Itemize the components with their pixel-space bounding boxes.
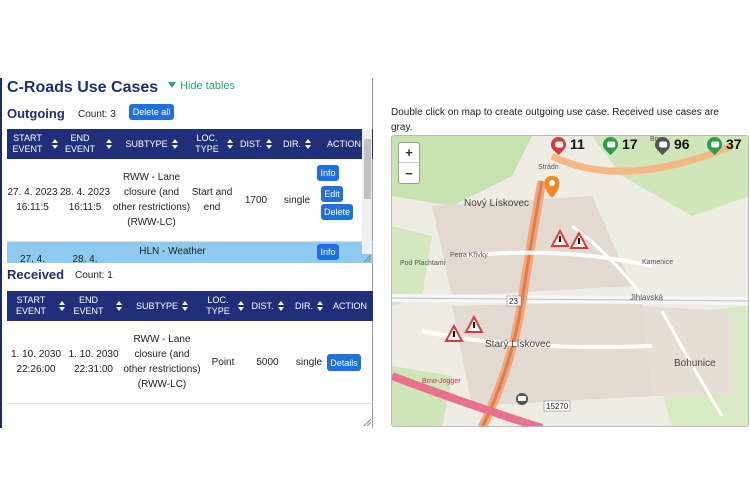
- cell-end-event: 1. 10. 2030 22:31:00: [68, 349, 119, 375]
- col-loc-type[interactable]: LOC. TYPE: [191, 129, 233, 159]
- info-button[interactable]: Info: [317, 244, 339, 260]
- cell-dist: 1700: [244, 194, 268, 206]
- outgoing-count: Count: 3: [78, 109, 116, 120]
- col-end-event[interactable]: END EVENT: [58, 129, 112, 159]
- cell-loc-type: Start and end: [191, 187, 233, 213]
- road-label-15270: 15270: [546, 402, 569, 411]
- col-subtype[interactable]: SUBTYPE: [112, 129, 191, 159]
- map-label-pod-plachtami: Pod Plachtami: [400, 260, 446, 267]
- map-label-kamenice: Kamenice: [642, 259, 674, 266]
- info-button[interactable]: Info: [317, 165, 339, 181]
- col-dir[interactable]: DIR.: [291, 291, 327, 321]
- map-label-brno-jogger: Brno-Jogger: [422, 378, 461, 385]
- triangle-down-icon: [168, 82, 176, 88]
- car-alert-icon: [547, 133, 570, 155]
- stat-incoming-alerts: 11: [547, 133, 585, 155]
- col-start-event[interactable]: START EVENT: [7, 129, 58, 159]
- car-icon: [703, 133, 726, 155]
- cell-start-event: 27. 4.: [19, 254, 46, 263]
- car-icon: [599, 133, 622, 155]
- page-title: C-Roads Use Cases: [7, 79, 159, 96]
- vehicle-marker-icon: [516, 393, 528, 405]
- cell-end-event: 28. 4.: [72, 254, 98, 263]
- cell-action: Details: [327, 321, 373, 403]
- received-table: START EVENT END EVENT SUBTYPE LOC. TYPE …: [7, 291, 373, 411]
- delete-all-button[interactable]: Delete all: [129, 104, 174, 120]
- stat-vehicles-green: 17: [599, 133, 638, 155]
- received-table-header: START EVENT END EVENT SUBTYPE LOC. TYPE …: [7, 291, 373, 321]
- cell-end-event: 28. 4. 2023 16:11:5: [59, 187, 111, 213]
- table-row[interactable]: 1. 10. 2030 22:26:00 1. 10. 2030 22:31:0…: [7, 321, 373, 404]
- map-pin-icon: [544, 176, 560, 198]
- hide-tables-toggle[interactable]: Hide tables: [168, 80, 235, 92]
- outgoing-table-header: START EVENT END EVENT SUBTYPE LOC. TYPE …: [7, 129, 373, 159]
- table-row[interactable]: 27. 4. 2023 16:11:5 28. 4. 2023 16:11:5 …: [7, 159, 373, 242]
- col-start-event[interactable]: START EVENT: [7, 291, 65, 321]
- cell-subtype: RWW - Lane closure (and other restrictio…: [112, 172, 191, 228]
- col-action: ACTION: [332, 300, 367, 311]
- stat-vehicles-green-2: 37: [703, 133, 742, 155]
- col-end-event[interactable]: END EVENT: [65, 291, 122, 321]
- zoom-control: + −: [398, 142, 420, 184]
- table-row-selected[interactable]: 27. 4. 28. 4. HLN - Weather Info: [7, 242, 373, 263]
- sort-icon: [317, 301, 323, 311]
- cell-subtype: RWW - Lane closure (and other restrictio…: [123, 334, 201, 390]
- hide-tables-label: Hide tables: [180, 80, 236, 92]
- cell-start-event: 27. 4. 2023 16:11:5: [7, 187, 58, 213]
- cell-subtype: HLN - Weather: [139, 246, 206, 257]
- outgoing-table: START EVENT END EVENT SUBTYPE LOC. TYPE …: [7, 129, 373, 263]
- outgoing-scroll-thumb[interactable]: [364, 139, 371, 199]
- map-label-bohunice: Bohunice: [674, 358, 716, 369]
- road-label-23: 23: [509, 297, 518, 306]
- received-title: Received: [7, 267, 65, 282]
- delete-button[interactable]: Delete: [321, 204, 353, 220]
- col-dist[interactable]: DIST.: [233, 129, 279, 159]
- map-label-jihlavska: Jihlavská: [630, 293, 663, 302]
- received-count: Count: 1: [75, 270, 113, 281]
- sort-icon: [277, 301, 284, 311]
- map-canvas[interactable]: Nový Lískovec Starý Lískovec Bohunice 23…: [391, 135, 749, 427]
- zoom-in-button[interactable]: +: [399, 143, 419, 163]
- cell-dir: single: [295, 356, 323, 368]
- col-dir[interactable]: DIR.: [279, 129, 315, 159]
- car-icon: [651, 133, 674, 155]
- map-label-stary-liskovec: Starý Lískovec: [485, 339, 551, 350]
- stat-vehicles-gray: 96: [651, 133, 690, 155]
- edit-button[interactable]: Edit: [321, 186, 343, 202]
- sort-icon: [266, 139, 272, 149]
- map-label-stradn: Strádn: [538, 164, 559, 171]
- sort-icon: [182, 301, 188, 311]
- cell-dir: single: [283, 194, 311, 206]
- cell-loc-type: Point: [211, 356, 235, 368]
- outgoing-title: Outgoing: [7, 106, 65, 121]
- col-loc-type[interactable]: LOC. TYPE: [202, 291, 244, 321]
- cell-start-event: 1. 10. 2030 22:26:00: [10, 349, 62, 375]
- col-dist[interactable]: DIST.: [244, 291, 291, 321]
- map-label-novy-liskovec: Nový Lískovec: [464, 198, 530, 209]
- details-button[interactable]: Details: [327, 354, 361, 371]
- map-label-petra-krivky: Petra Křivky: [450, 252, 488, 259]
- zoom-out-button[interactable]: −: [399, 163, 419, 183]
- sort-icon: [171, 139, 178, 149]
- resize-grip-icon[interactable]: [363, 254, 371, 262]
- col-subtype[interactable]: SUBTYPE: [122, 291, 202, 321]
- cell-action: Info Edit Delete: [315, 159, 363, 241]
- map-caption: Double click on map to create outgoing u…: [391, 107, 719, 133]
- cell-dist: 5000: [256, 356, 279, 368]
- sort-icon: [305, 139, 311, 149]
- left-border: [0, 78, 2, 428]
- resize-grip-icon[interactable]: [363, 418, 371, 426]
